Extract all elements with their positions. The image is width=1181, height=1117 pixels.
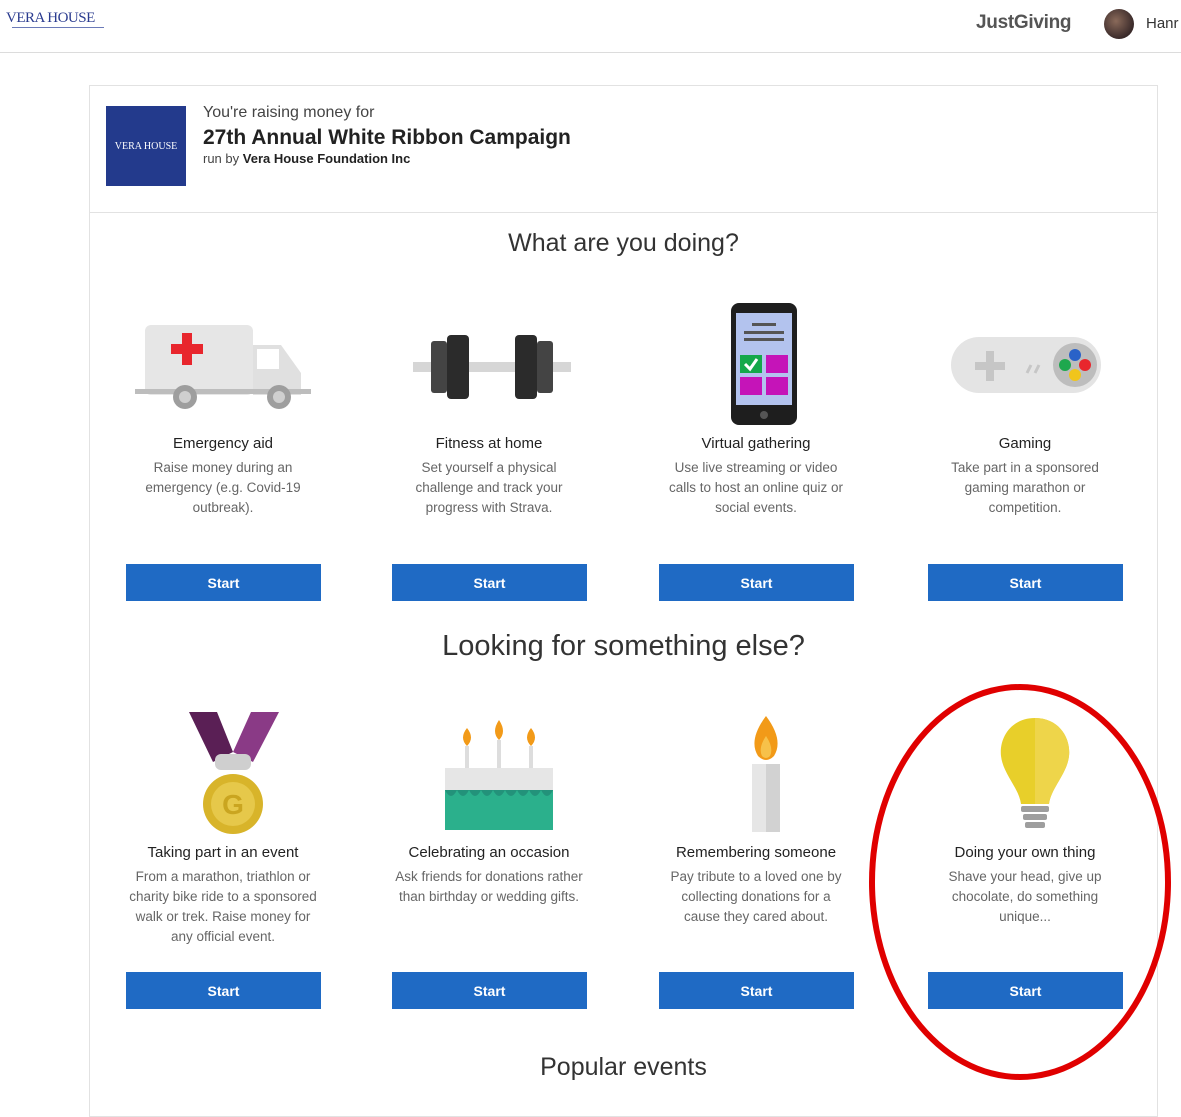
raising-label: You're raising money for [203, 104, 375, 121]
run-by-prefix: run by [203, 151, 240, 166]
card-title: Remembering someone [675, 844, 837, 861]
card-description: Take part in a sponsored gaming marathon… [951, 460, 1099, 515]
card-description: Use live streaming or video calls to hos… [668, 460, 844, 515]
vera-house-logo[interactable]: VERA HOUSE [6, 10, 95, 27]
start-button-emergency-aid[interactable]: Start [126, 564, 321, 601]
campaign-thumbnail: VERA HOUSE [106, 106, 186, 186]
card-taking-part-in-event: G Taking part in an event From a maratho… [123, 708, 323, 947]
card-title: Taking part in an event [147, 844, 299, 861]
card-gaming: Gaming Take part in a sponsored gaming m… [925, 305, 1125, 518]
card-fitness-at-home: Fitness at home Set yourself a physical … [389, 305, 589, 518]
run-by-org: Vera House Foundation Inc [242, 151, 411, 166]
username[interactable]: Hanr [1146, 15, 1179, 32]
card-description: Ask friends for donations rather than bi… [395, 869, 583, 904]
campaign-header: VERA HOUSE You're raising money for 27th… [90, 86, 1157, 213]
start-button-remembering[interactable]: Start [659, 972, 854, 1009]
card-celebrating-occasion: Celebrating an occasion Ask friends for … [389, 708, 589, 907]
section-heading-what: What are you doing? [508, 229, 739, 257]
dumbbell-icon [389, 305, 589, 415]
card-description: Raise money during an emergency (e.g. Co… [145, 460, 301, 515]
campaign-run-by: run by Vera House Foundation Inc [203, 151, 410, 166]
card-title: Gaming [998, 435, 1052, 452]
card-description: Set yourself a physical challenge and tr… [415, 460, 563, 515]
start-button-occasion[interactable]: Start [392, 972, 587, 1009]
start-button-gaming[interactable]: Start [928, 564, 1123, 601]
card-title: Fitness at home [435, 435, 543, 452]
candle-icon [656, 708, 856, 834]
card-virtual-gathering: Virtual gathering Use live streaming or … [656, 303, 856, 518]
card-title: Virtual gathering [701, 435, 811, 452]
ambulance-icon [123, 305, 323, 415]
cake-icon [389, 708, 589, 834]
logo-underline [12, 27, 104, 34]
medal-icon: G [123, 708, 323, 834]
start-button-virtual-gathering[interactable]: Start [659, 564, 854, 601]
card-title: Celebrating an occasion [408, 844, 570, 861]
card-description: From a marathon, triathlon or charity bi… [129, 869, 317, 944]
card-description: Pay tribute to a loved one by collecting… [670, 869, 842, 924]
highlight-circle [869, 684, 1171, 1080]
card-remembering-someone: Remembering someone Pay tribute to a lov… [656, 708, 856, 927]
svg-text:G: G [222, 789, 244, 820]
top-bar: VERA HOUSE JustGiving Hanr [0, 0, 1181, 53]
campaign-title: 27th Annual White Ribbon Campaign [203, 126, 571, 149]
start-button-fitness-at-home[interactable]: Start [392, 564, 587, 601]
start-button-event[interactable]: Start [126, 972, 321, 1009]
justgiving-logo[interactable]: JustGiving [976, 12, 1071, 34]
gamepad-icon [925, 305, 1125, 415]
phone-icon [656, 303, 856, 425]
card-title: Emergency aid [172, 435, 274, 452]
section-heading-something-else: Looking for something else? [442, 630, 805, 662]
avatar[interactable] [1104, 9, 1134, 39]
card-emergency-aid: Emergency aid Raise money during an emer… [123, 305, 323, 518]
